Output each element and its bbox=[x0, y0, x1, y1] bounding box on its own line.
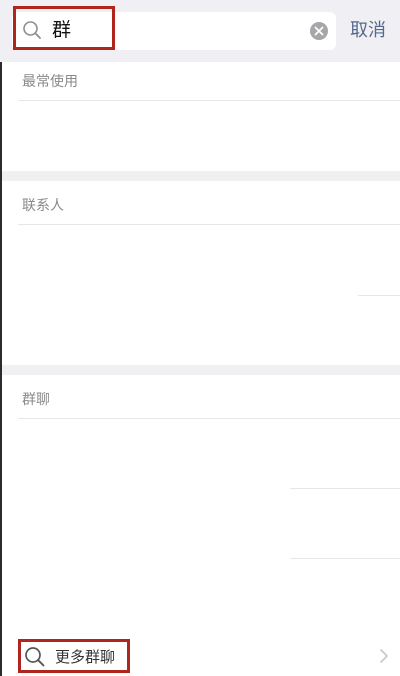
divider bbox=[18, 100, 400, 101]
divider bbox=[290, 558, 400, 559]
highlight-box-more-groups bbox=[18, 639, 130, 673]
section-title-groups: 群聊 bbox=[22, 392, 50, 408]
left-edge bbox=[0, 0, 2, 676]
section-title-frequent: 最常使用 bbox=[22, 74, 78, 90]
chevron-right-icon bbox=[380, 649, 388, 663]
section-title-contacts: 联系人 bbox=[22, 198, 64, 214]
highlight-box-search bbox=[13, 6, 115, 50]
divider bbox=[290, 488, 400, 489]
divider bbox=[18, 224, 400, 225]
section-separator bbox=[2, 171, 400, 181]
clear-icon[interactable] bbox=[309, 21, 329, 41]
divider bbox=[18, 418, 400, 419]
section-separator bbox=[2, 365, 400, 375]
cancel-button[interactable]: 取消 bbox=[350, 18, 386, 44]
divider bbox=[358, 295, 400, 296]
search-page: 群 取消 最常使用 联系人 群聊 更多群聊 bbox=[0, 0, 400, 676]
